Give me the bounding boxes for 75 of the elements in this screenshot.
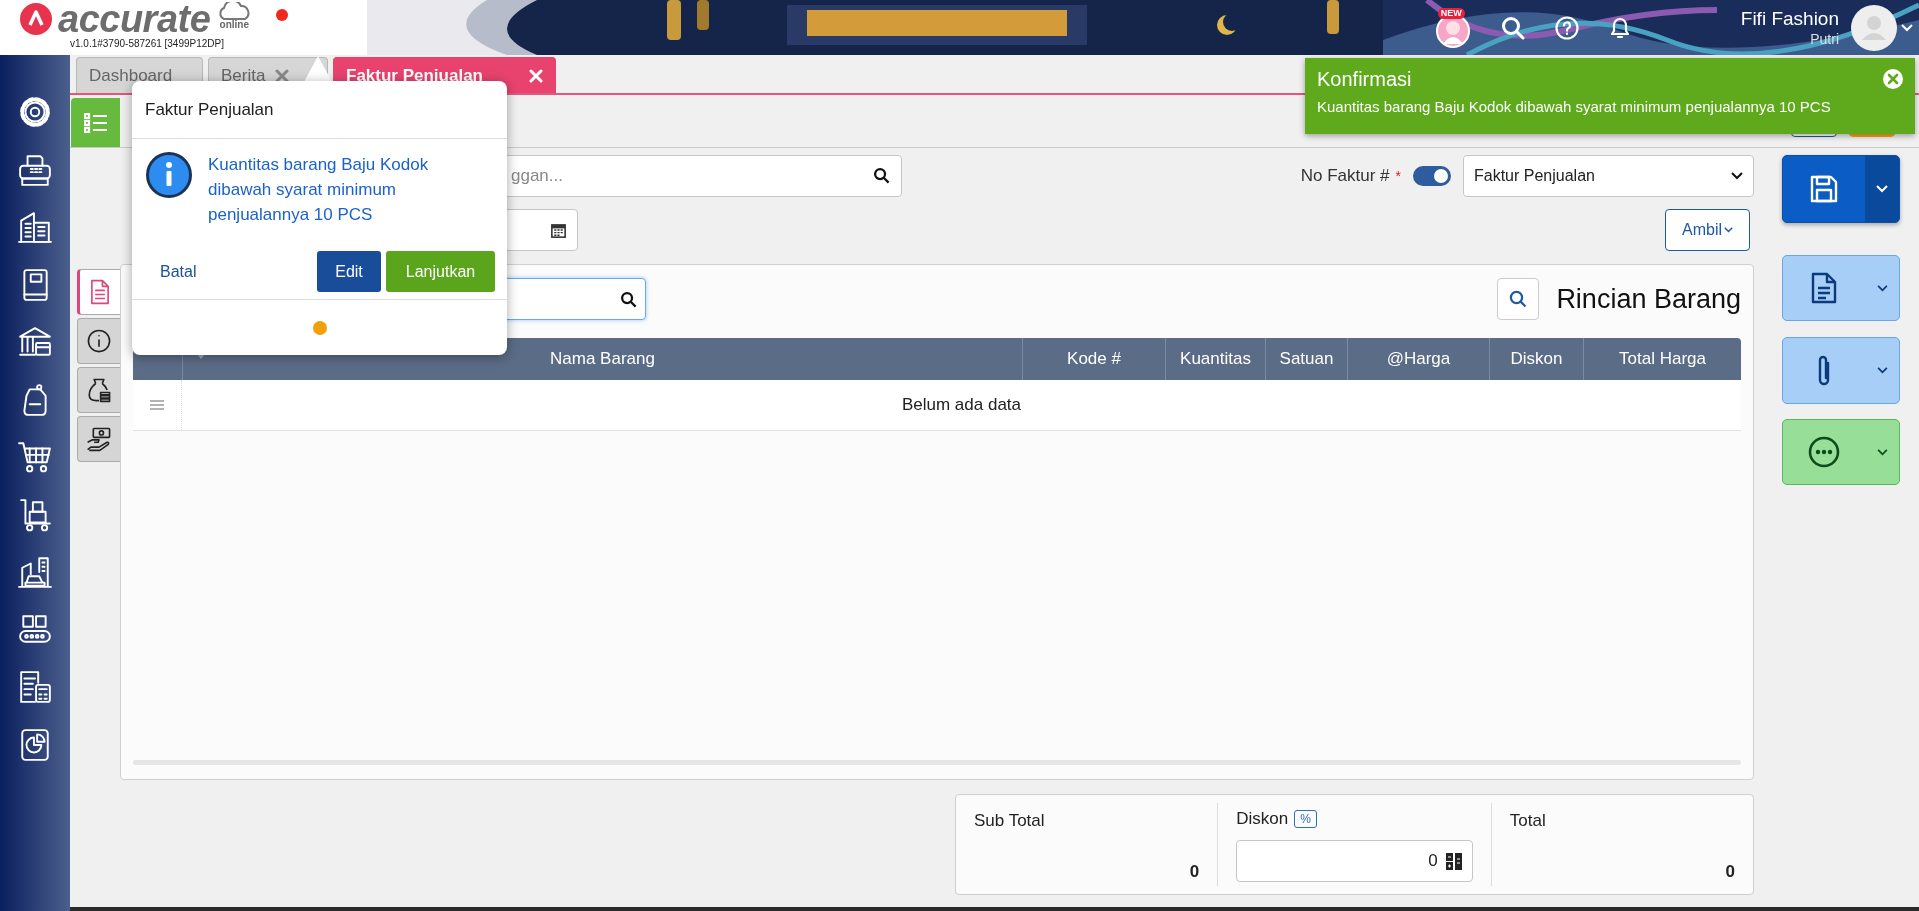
subtotal-value: 0: [1189, 862, 1200, 882]
progress-dot-icon: [312, 320, 327, 335]
pie-chart-report-icon[interactable]: [18, 727, 52, 762]
notification-bell-icon[interactable]: [1608, 15, 1631, 40]
chevron-down-icon: [1724, 227, 1733, 233]
hand-truck-icon[interactable]: [18, 497, 52, 532]
company-name: Fifi Fashion: [1740, 7, 1839, 30]
search-icon: [620, 290, 637, 308]
document-icon: [1811, 272, 1837, 304]
cancel-link[interactable]: Batal: [154, 251, 203, 292]
dialog-button[interactable]: Lanjutkan: [386, 251, 495, 292]
caret-icon: [1876, 284, 1888, 292]
total-label: Total: [1509, 811, 1547, 831]
discount-field[interactable]: 0: [1236, 840, 1473, 882]
user-name: Putri: [1810, 29, 1839, 48]
save-button[interactable]: [1782, 155, 1900, 223]
list-icon: [83, 112, 108, 133]
chevron-down-icon: [1731, 172, 1743, 180]
logo-subtitle: online: [219, 20, 250, 30]
document-menu-button[interactable]: [1782, 255, 1900, 321]
city-buildings-icon[interactable]: [18, 555, 52, 589]
caret-icon: [1876, 367, 1888, 374]
logo-text: accurate: [58, 0, 211, 38]
drag-handle-icon[interactable]: [150, 400, 164, 410]
close-icon[interactable]: [275, 68, 290, 83]
bank-icon[interactable]: [18, 325, 52, 359]
close-icon[interactable]: [1883, 69, 1903, 89]
document-calculator-icon[interactable]: [18, 670, 52, 704]
search-icon: [1509, 290, 1528, 308]
toast-title: Konfirmasi: [1317, 67, 1412, 92]
fax-machine-icon[interactable]: [18, 152, 52, 187]
save-icon: [1809, 174, 1839, 204]
side-tab[interactable]: [77, 318, 120, 364]
search-button[interactable]: [1497, 278, 1540, 320]
version-text: v1.0.1#3790-587261 [3499P12DP]: [70, 38, 225, 50]
subtotal-label: Sub Total: [974, 811, 1046, 831]
empty-message: Belum ada data: [901, 395, 1022, 415]
calendar-icon: [550, 221, 567, 239]
percent-toggle[interactable]: %: [1294, 810, 1317, 828]
cloud-icon: [216, 2, 253, 20]
side-tab[interactable]: [77, 416, 120, 462]
ambil-button[interactable]: Ambil: [1665, 209, 1750, 251]
total-value: 0: [1725, 862, 1735, 882]
info-icon: [86, 328, 112, 354]
new-badge: NEW: [1437, 7, 1465, 19]
attachment-button[interactable]: [1782, 337, 1900, 404]
help-icon[interactable]: [1554, 15, 1579, 40]
more-options-button[interactable]: [1782, 419, 1900, 485]
field-label: No Faktur #: [1300, 166, 1390, 186]
search-icon[interactable]: [1500, 15, 1525, 40]
caret-icon: [1876, 185, 1888, 193]
money-bag-icon: [86, 377, 112, 403]
panel-title: Rincian Barang: [1556, 283, 1741, 316]
user-avatar-icon[interactable]: [1851, 4, 1897, 51]
office-building-icon[interactable]: [18, 210, 52, 244]
shopping-cart-icon[interactable]: [18, 440, 52, 474]
logo-icon: [20, 3, 52, 35]
calculator-icon[interactable]: [1445, 852, 1462, 870]
popover-title: Faktur Penjualan: [145, 99, 274, 120]
dialog-button[interactable]: Edit: [317, 251, 381, 292]
toast-message: Kuantitas barang Baju Kodok dibawah syarat minimum penjualannya 10 PCS: [1317, 98, 1832, 115]
popover-message: Kuantitas barang Baju Kodok dibawah syarat minimum penjualannya 10 PCS: [208, 154, 430, 226]
chevron-down-icon[interactable]: [1901, 23, 1913, 32]
settings-icon[interactable]: [18, 95, 52, 129]
toggle-switch[interactable]: [1413, 166, 1451, 186]
status-dot-icon: [276, 9, 289, 21]
discount-label: Diskon: [1236, 809, 1289, 829]
side-tab[interactable]: [77, 367, 120, 413]
more-icon: [1808, 436, 1840, 468]
cash-hand-icon: [86, 426, 112, 452]
caret-icon: [1876, 448, 1888, 456]
invoice-type-select[interactable]: Faktur Penjualan: [1463, 155, 1754, 197]
info-icon: [146, 152, 192, 198]
required-mark: *: [1395, 168, 1401, 184]
search-icon: [873, 167, 890, 184]
